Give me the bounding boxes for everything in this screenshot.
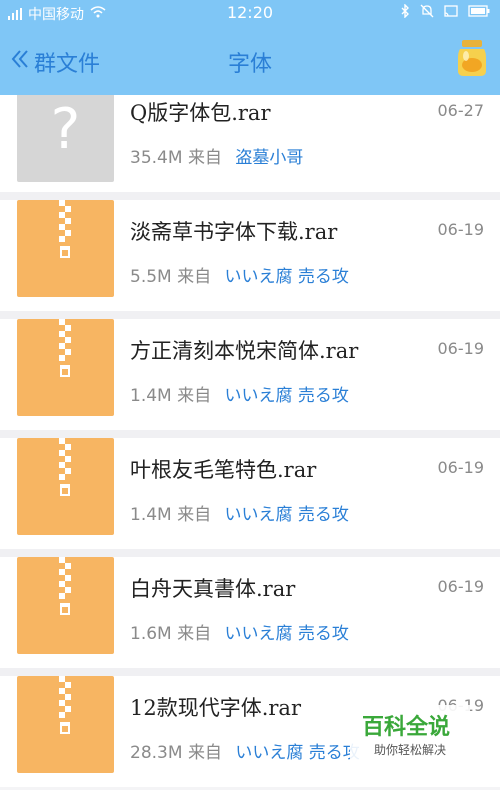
page-title: 字体 — [227, 52, 272, 77]
file-name: 白舟天真書体.rar — [130, 577, 296, 601]
from-label: 来自 — [187, 148, 222, 168]
list-item[interactable]: ? Q版字体包.rar 06-27 35.4M 来自 盗墓小哥 — [0, 95, 500, 192]
zip-file-icon — [17, 200, 114, 297]
file-meta: 28.3M 来自 いいえ腐 売る攻 — [130, 738, 360, 763]
file-size: 35.4M — [130, 148, 183, 168]
list-item[interactable]: 叶根友毛笔特色.rar 06-19 1.4M 来自 いいえ腐 売る攻 — [0, 438, 500, 549]
mute-bell-icon — [420, 4, 434, 22]
top-bar: 中国移动 12:20 群文件 字体 — [0, 0, 500, 95]
honey-jar-icon[interactable] — [454, 38, 490, 78]
file-meta: 5.5M 来自 いいえ腐 売る攻 — [130, 262, 349, 287]
file-name: 淡斋草书字体下载.rar — [130, 220, 338, 244]
sender-link[interactable]: いいえ腐 売る攻 — [235, 743, 359, 763]
list-item[interactable]: 方正清刻本悦宋简体.rar 06-19 1.4M 来自 いいえ腐 売る攻 — [0, 319, 500, 430]
watermark-title: 百科全说 — [362, 715, 451, 740]
file-meta: 35.4M 来自 盗墓小哥 — [130, 143, 303, 168]
zip-file-icon — [17, 438, 114, 535]
file-date: 06-19 — [437, 458, 485, 477]
battery-icon — [468, 5, 490, 21]
sender-link[interactable]: いいえ腐 売る攻 — [225, 386, 349, 406]
file-size: 5.5M — [130, 267, 172, 287]
file-meta: 1.4M 来自 いいえ腐 売る攻 — [130, 500, 349, 525]
watermark-subtitle: 助你轻松解决 — [374, 743, 447, 757]
from-label: 来自 — [177, 624, 212, 644]
file-name: 方正清刻本悦宋简体.rar — [130, 339, 359, 363]
file-name: 叶根友毛笔特色.rar — [130, 458, 317, 482]
sender-link[interactable]: 盗墓小哥 — [235, 148, 303, 168]
divider — [0, 668, 500, 676]
file-size: 28.3M — [130, 743, 183, 763]
zip-file-icon — [17, 557, 114, 654]
sender-link[interactable]: いいえ腐 売る攻 — [225, 624, 349, 644]
from-label: 来自 — [187, 743, 222, 763]
divider — [0, 192, 500, 200]
divider — [0, 549, 500, 557]
list-item[interactable]: 白舟天真書体.rar 06-19 1.6M 来自 いいえ腐 売る攻 — [0, 557, 500, 668]
cast-icon — [444, 5, 458, 21]
file-list: ? Q版字体包.rar 06-27 35.4M 来自 盗墓小哥 淡斋草书字体下载… — [0, 95, 500, 790]
status-bar: 中国移动 12:20 — [0, 0, 500, 26]
file-date: 06-19 — [437, 577, 485, 596]
from-label: 来自 — [177, 267, 212, 287]
file-meta: 1.4M 来自 いいえ腐 売る攻 — [130, 381, 349, 406]
bluetooth-icon — [400, 3, 410, 22]
zip-file-icon — [17, 676, 114, 773]
zip-file-icon — [17, 319, 114, 416]
sender-link[interactable]: いいえ腐 売る攻 — [225, 267, 349, 287]
from-label: 来自 — [177, 505, 212, 525]
file-name: 12款现代字体.rar — [130, 696, 301, 720]
sender-link[interactable]: いいえ腐 売る攻 — [225, 505, 349, 525]
file-size: 1.6M — [130, 624, 172, 644]
file-name: Q版字体包.rar — [130, 101, 271, 125]
unknown-file-icon: ? — [17, 95, 114, 182]
list-item[interactable]: 淡斋草书字体下载.rar 06-19 5.5M 来自 いいえ腐 売る攻 — [0, 200, 500, 311]
file-size: 1.4M — [130, 386, 172, 406]
file-date: 06-27 — [437, 101, 485, 120]
watermark: 百科全说 助你轻松解决 — [350, 705, 470, 763]
file-date: 06-19 — [437, 339, 485, 358]
file-size: 1.4M — [130, 505, 172, 525]
file-date: 06-19 — [437, 220, 485, 239]
nav-bar: 群文件 字体 — [0, 26, 500, 95]
file-meta: 1.6M 来自 いいえ腐 売る攻 — [130, 619, 349, 644]
divider — [0, 430, 500, 438]
from-label: 来自 — [177, 386, 212, 406]
divider — [0, 311, 500, 319]
